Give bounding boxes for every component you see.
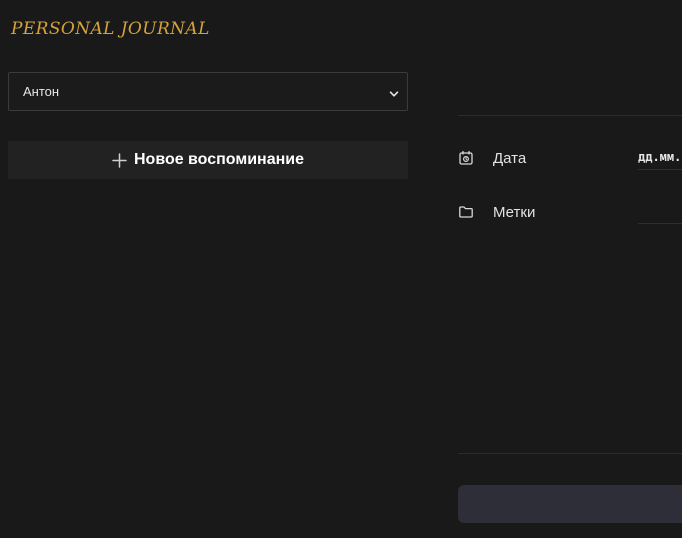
calendar-icon (458, 150, 474, 166)
tags-row: Метки (458, 200, 682, 224)
user-select-value: Антон (23, 84, 60, 99)
user-select[interactable]: Антон (8, 72, 408, 111)
top-divider (458, 115, 682, 116)
app-logo: PERSONAL JOURNAL (11, 19, 210, 39)
new-memory-button[interactable]: Новое воспоминание (8, 141, 408, 179)
bottom-divider (458, 453, 682, 454)
plus-icon (112, 152, 127, 168)
date-label: Дата (493, 149, 527, 167)
tags-input[interactable] (638, 200, 682, 224)
new-memory-button-label: Новое воспоминание (133, 151, 304, 168)
chevron-down-icon (389, 87, 399, 97)
date-input[interactable]: дд.мм.гггг (638, 146, 682, 170)
date-row: Дата дд.мм.гггг (458, 146, 682, 170)
tags-label: Метки (493, 203, 536, 221)
save-button[interactable] (458, 485, 682, 523)
folder-icon (458, 204, 474, 220)
